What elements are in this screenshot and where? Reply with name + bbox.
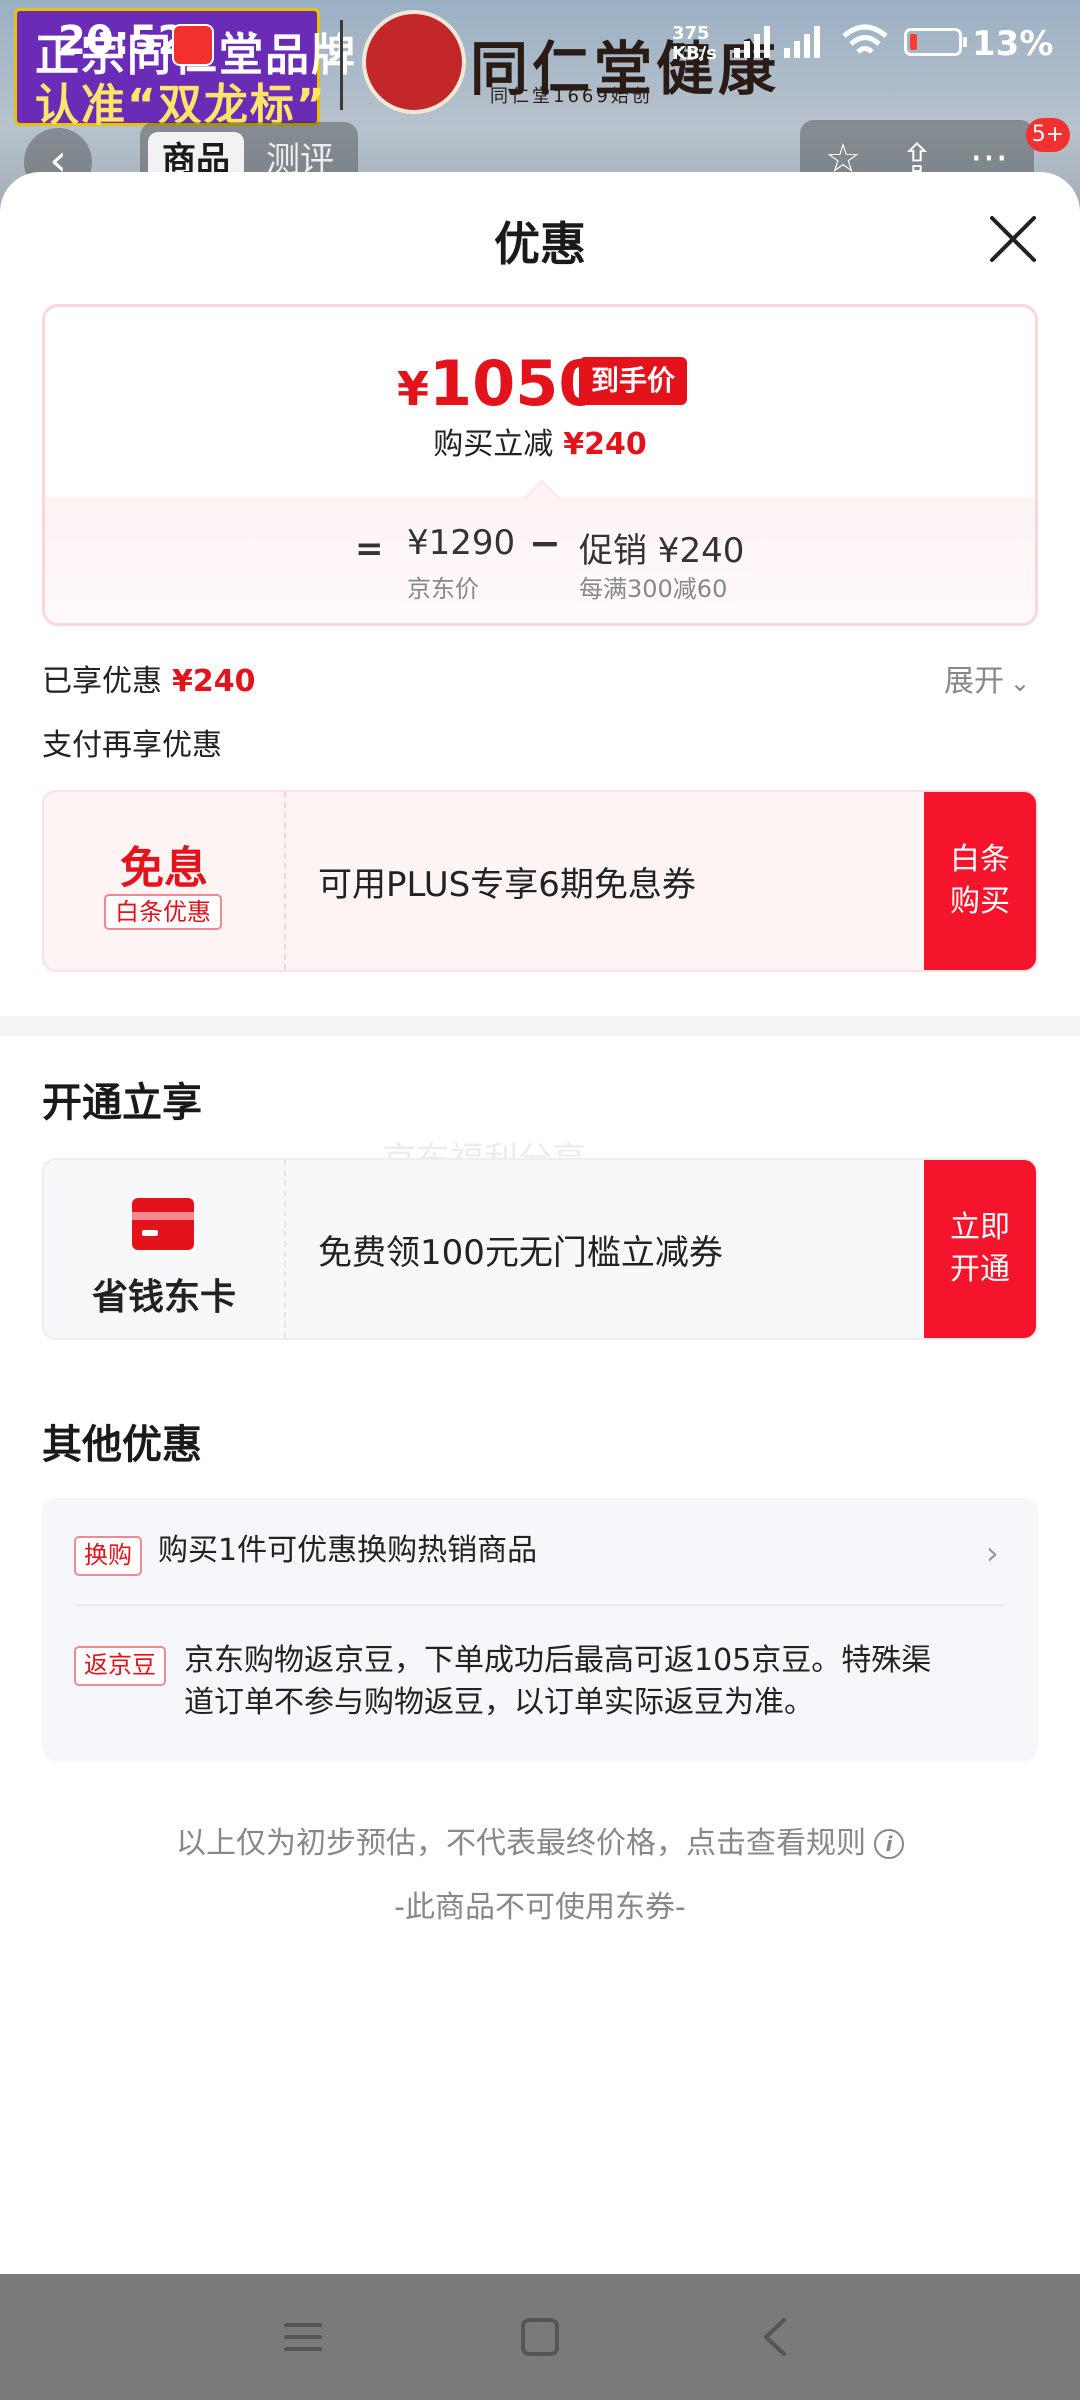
card-left-panel: 省钱东卡: [44, 1160, 286, 1338]
card-offer-text: 免费领100元无门槛立减券: [318, 1232, 723, 1273]
price-card: ¥1050 到手价 购买立减 ¥240 = ¥1290 京东价 − 促销 ¥240…: [42, 304, 1038, 626]
status-time: 20:52: [58, 18, 186, 64]
sheet-title: 优惠: [494, 217, 586, 271]
card-icon: [132, 1198, 194, 1250]
enjoyed-amount: ¥240: [172, 664, 256, 699]
back-nav-icon[interactable]: [752, 2312, 802, 2362]
promo-rule: 每满300减60: [579, 575, 728, 603]
chevron-down-icon: ⌄: [1010, 669, 1031, 697]
notification-badge: 5+: [1026, 118, 1070, 152]
baitiao-left-panel: 免息 白条优惠: [44, 792, 286, 970]
more-notifications-icon: ···: [222, 14, 257, 55]
reduction-label: 购买立减: [433, 427, 554, 462]
trade-in-tag: 换购: [74, 1536, 142, 1576]
expand-label: 展开: [944, 664, 1004, 699]
baitiao-offer-text: 可用PLUS专享6期免息券: [318, 864, 696, 905]
no-coupon-note: -此商品不可使用东券-: [394, 1890, 686, 1925]
minus-sign: −: [529, 521, 561, 565]
network-speed: 375 KB/s: [672, 24, 717, 64]
chevron-right-icon: ›: [986, 1534, 999, 1572]
reduction-amount: ¥240: [563, 427, 647, 462]
interest-free-label: 免息: [120, 843, 208, 894]
final-price-amount: 1050: [429, 347, 602, 420]
app-notification-icon: [172, 24, 214, 66]
price-disclaimer[interactable]: 以上仅为初步预估，不代表最终价格，点击查看规则 i: [0, 1818, 1080, 1862]
equals-sign: =: [355, 529, 384, 569]
card-name: 省钱东卡: [91, 1277, 236, 1318]
system-nav-bar: [0, 2274, 1080, 2400]
section-divider: [0, 1016, 1080, 1036]
trade-in-text: 购买1件可优惠换购热销商品: [158, 1533, 538, 1568]
promo-discount: 促销 ¥240: [579, 531, 745, 571]
other-section-title: 其他优惠: [42, 1422, 202, 1468]
jd-beans-text-line2: 道订单不参与购物返豆，以订单实际返豆为准。: [184, 1685, 814, 1720]
final-price-currency: ¥: [397, 362, 430, 416]
jd-price: ¥1290: [407, 523, 516, 563]
expand-button[interactable]: 展开 ⌄: [944, 656, 1030, 700]
enjoyed-discount: 已享优惠 ¥240: [42, 656, 256, 700]
open-section-title: 开通立享: [42, 1080, 202, 1126]
close-icon[interactable]: [986, 212, 1040, 266]
baitiao-chip: 白条优惠: [104, 894, 222, 930]
pay-more-label: 支付再享优惠: [42, 728, 222, 763]
money-saving-card-offer[interactable]: 省钱东卡 免费领100元无门槛立减券 立即 开通: [42, 1158, 1038, 1340]
info-icon[interactable]: i: [874, 1829, 904, 1859]
network-speed-value: 375: [672, 23, 710, 44]
jd-price-label: 京东价: [407, 575, 479, 603]
status-bar: 20:52 ··· 375 KB/s 13%: [0, 0, 1080, 90]
discount-sheet: 优惠 ¥1050 到手价 购买立减 ¥240 = ¥1290 京东价 − 促销 ¥…: [0, 172, 1080, 2274]
final-price: ¥1050: [397, 347, 602, 420]
signal-icon: [734, 26, 770, 58]
wifi-icon: [842, 24, 888, 54]
jd-beans-tag: 返京豆: [74, 1646, 166, 1686]
network-speed-unit: KB/s: [672, 43, 717, 64]
jd-beans-text-line1: 京东购物返京豆，下单成功后最高可返105京豆。特殊渠: [184, 1643, 932, 1678]
signal-icon: [784, 26, 820, 58]
baitiao-offer[interactable]: 免息 白条优惠 可用PLUS专享6期免息券 白条 购买: [42, 790, 1038, 972]
disclaimer-text: 以上仅为初步预估，不代表最终价格，点击查看规则: [176, 1826, 866, 1861]
trade-in-offer[interactable]: 换购 购买1件可优惠换购热销商品 ›: [42, 1498, 1038, 1604]
activate-card-button[interactable]: 立即 开通: [924, 1160, 1036, 1338]
enjoyed-label: 已享优惠: [42, 664, 162, 699]
instant-reduction: 购买立减 ¥240: [45, 419, 1035, 463]
home-icon[interactable]: [515, 2312, 565, 2362]
battery-icon: [904, 28, 967, 56]
final-price-tag: 到手价: [579, 357, 688, 405]
menu-icon[interactable]: [278, 2312, 328, 2362]
baitiao-buy-button[interactable]: 白条 购买: [924, 792, 1036, 970]
offers-divider: [74, 1604, 1006, 1606]
battery-percent: 13%: [972, 24, 1054, 64]
other-offers-list: 换购 购买1件可优惠换购热销商品 › 返京豆 京东购物返京豆，下单成功后最高可返…: [42, 1498, 1038, 1762]
